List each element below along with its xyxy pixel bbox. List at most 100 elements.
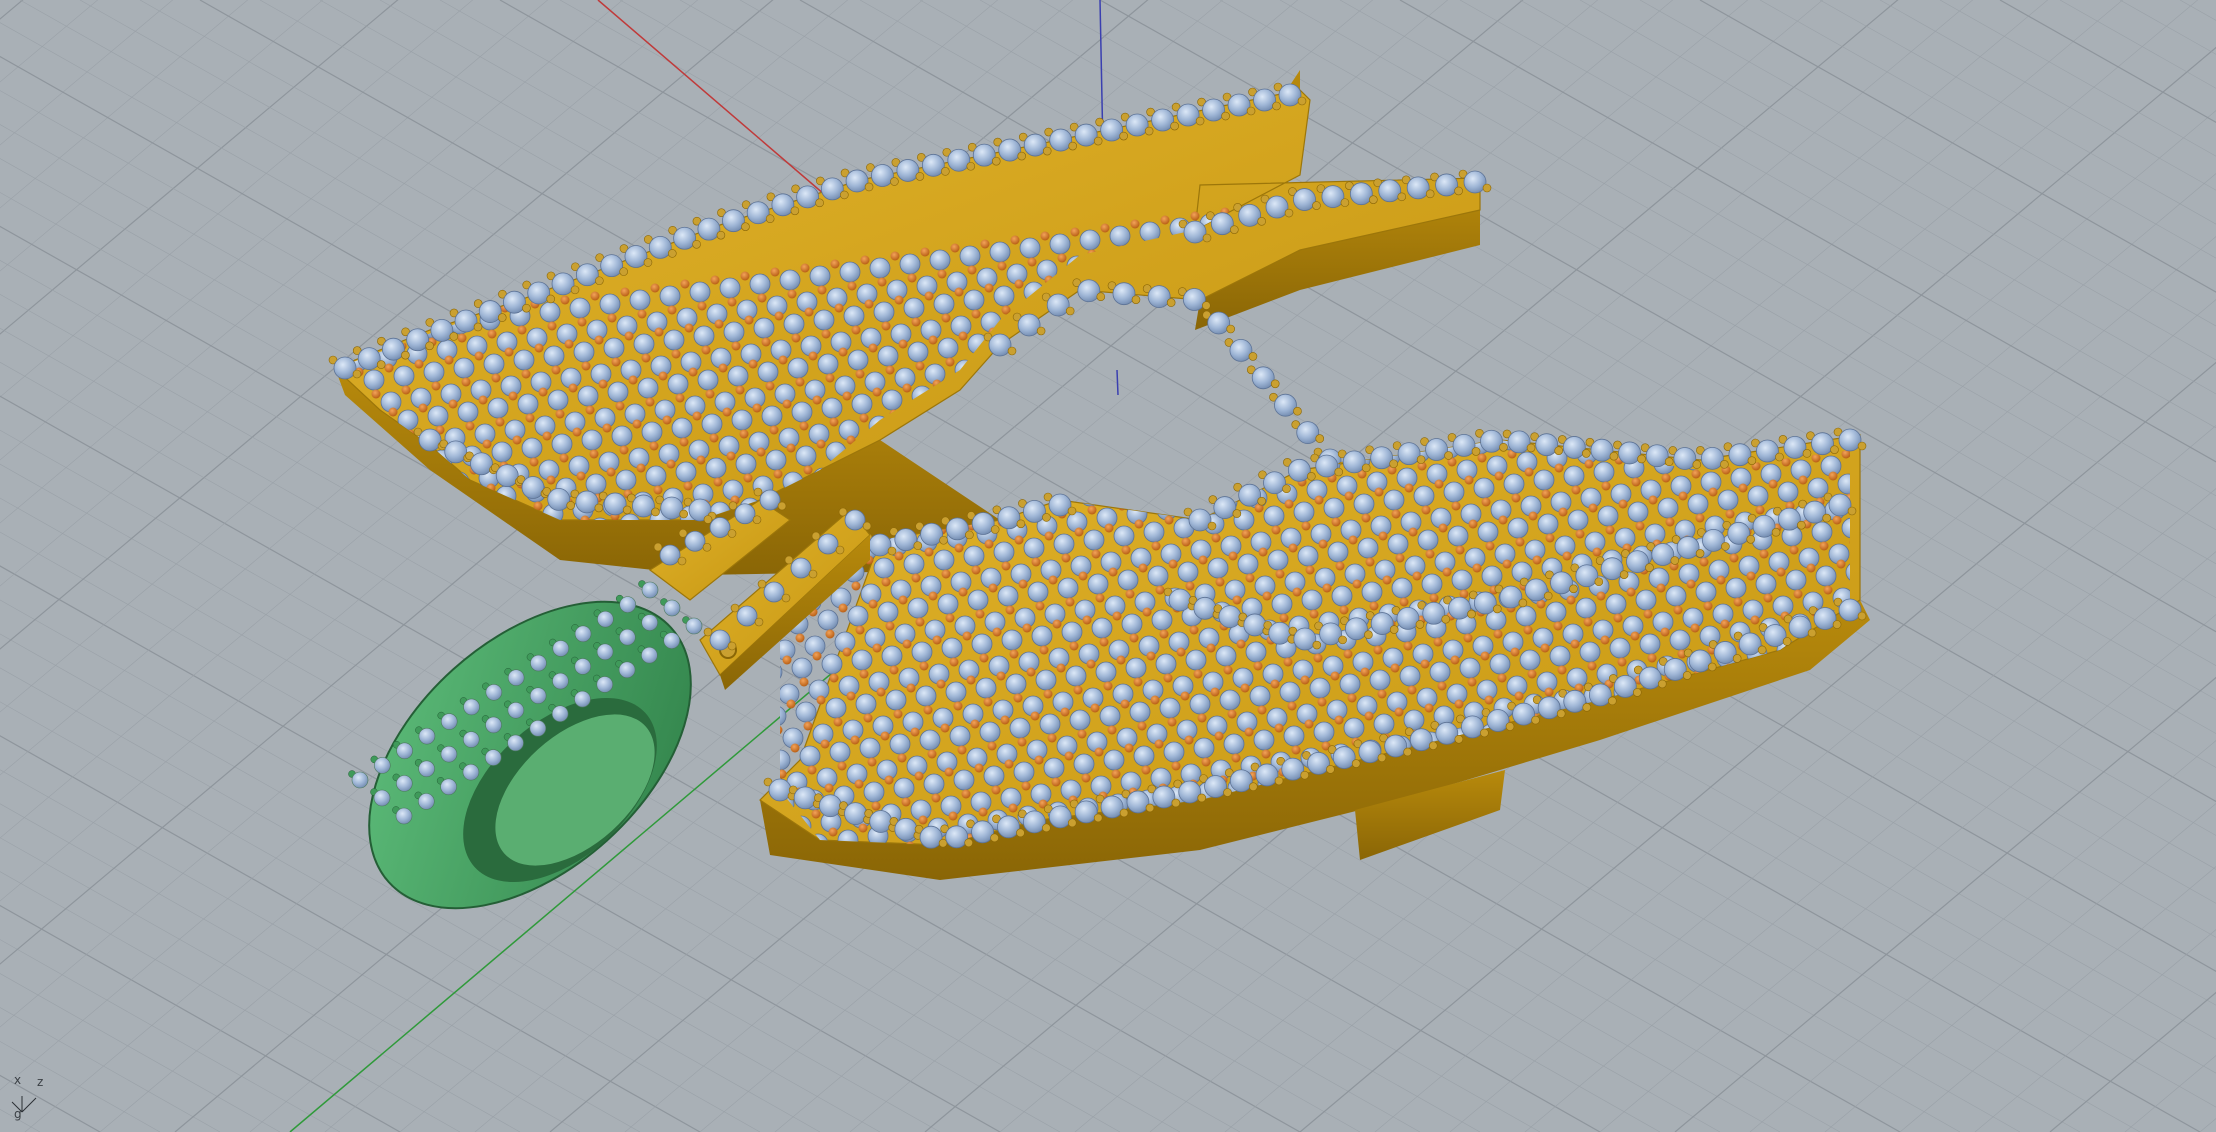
- gizmo-y-label: g: [14, 1107, 22, 1121]
- bail-gem: [485, 716, 502, 734]
- gem: [1251, 366, 1275, 390]
- small-gem: [1201, 757, 1211, 767]
- gem: [1512, 702, 1535, 726]
- small-gem: [790, 743, 800, 753]
- gem: [1151, 108, 1175, 132]
- gem: [1327, 541, 1349, 563]
- small-gem: [1171, 761, 1181, 771]
- prong: [1657, 679, 1667, 689]
- gem: [513, 349, 535, 371]
- small-gem: [444, 355, 454, 365]
- bail-gem: [395, 807, 413, 825]
- prong: [1307, 472, 1316, 481]
- prong: [890, 177, 899, 186]
- prong: [1284, 208, 1294, 218]
- viewport-canvas[interactable]: x z g: [0, 0, 2216, 1132]
- gem: [949, 725, 971, 747]
- small-gem: [966, 675, 976, 685]
- gem: [983, 765, 1005, 787]
- prong: [401, 350, 410, 360]
- gem: [768, 778, 792, 802]
- prong: [1223, 788, 1232, 797]
- gem: [1403, 709, 1425, 731]
- gem: [945, 517, 969, 541]
- small-gem: [1493, 629, 1503, 639]
- bail-gem: [597, 610, 614, 628]
- small-gem: [1091, 549, 1101, 559]
- small-gem: [1074, 527, 1084, 537]
- small-gem: [602, 423, 612, 433]
- gem: [997, 585, 1019, 607]
- small-gem: [978, 807, 988, 817]
- small-gem: [842, 647, 852, 657]
- small-gem: [1776, 567, 1786, 577]
- gem: [1274, 393, 1297, 417]
- gem: [1307, 751, 1330, 775]
- small-gem: [837, 761, 847, 771]
- small-gem: [1232, 595, 1242, 605]
- gem: [793, 786, 817, 810]
- bail-gem: [619, 596, 636, 613]
- gem: [1727, 521, 1751, 545]
- prong: [990, 833, 999, 843]
- small-gem: [1532, 555, 1542, 565]
- gem: [1343, 717, 1365, 739]
- small-gem: [1069, 641, 1079, 651]
- small-gem: [1523, 625, 1533, 635]
- small-gem: [1078, 571, 1088, 581]
- gem: [659, 544, 681, 566]
- small-gem: [1527, 669, 1537, 679]
- gem: [1353, 493, 1375, 515]
- 3d-viewport[interactable]: x z g: [0, 0, 2216, 1132]
- small-gem: [817, 285, 827, 295]
- gem: [1545, 601, 1567, 623]
- small-gem: [555, 409, 565, 419]
- prong: [546, 294, 556, 304]
- small-gem: [992, 627, 1002, 637]
- prong: [1016, 519, 1026, 529]
- small-gem: [1061, 553, 1071, 563]
- small-gem: [1631, 477, 1641, 487]
- small-gem: [637, 309, 647, 319]
- small-gem: [547, 321, 557, 331]
- small-gem: [1056, 663, 1066, 673]
- small-gem: [807, 765, 817, 775]
- small-gem: [740, 271, 750, 281]
- prong: [1797, 520, 1806, 530]
- gem: [1788, 615, 1812, 639]
- small-gem: [1048, 575, 1058, 585]
- bail-gem: [685, 617, 703, 635]
- gem: [1243, 613, 1267, 637]
- small-gem: [884, 775, 894, 785]
- gem: [1019, 237, 1041, 259]
- prong: [1857, 611, 1867, 621]
- small-gem: [1262, 591, 1272, 601]
- gem: [1383, 489, 1405, 511]
- prong: [1857, 441, 1867, 451]
- small-gem: [1360, 667, 1370, 677]
- small-gem: [893, 709, 903, 719]
- small-gem: [512, 435, 522, 445]
- gem: [1777, 507, 1801, 531]
- gem: [1238, 483, 1262, 507]
- gem: [1473, 477, 1495, 499]
- gem: [1422, 601, 1446, 625]
- prong: [1197, 793, 1207, 803]
- small-gem: [752, 403, 762, 413]
- gem: [551, 433, 573, 455]
- small-gem: [1009, 649, 1019, 659]
- gem: [795, 445, 817, 467]
- small-gem: [598, 379, 608, 389]
- gem: [1575, 597, 1597, 619]
- small-gem: [1005, 605, 1015, 615]
- gem: [611, 425, 633, 447]
- small-gem: [761, 337, 771, 347]
- small-gem: [1484, 695, 1494, 705]
- small-gem: [671, 349, 681, 359]
- small-gem: [1720, 619, 1730, 629]
- small-gem: [1287, 701, 1297, 711]
- small-gem: [897, 753, 907, 763]
- small-gem: [850, 735, 860, 745]
- gem: [1178, 780, 1202, 804]
- small-gem: [487, 329, 497, 339]
